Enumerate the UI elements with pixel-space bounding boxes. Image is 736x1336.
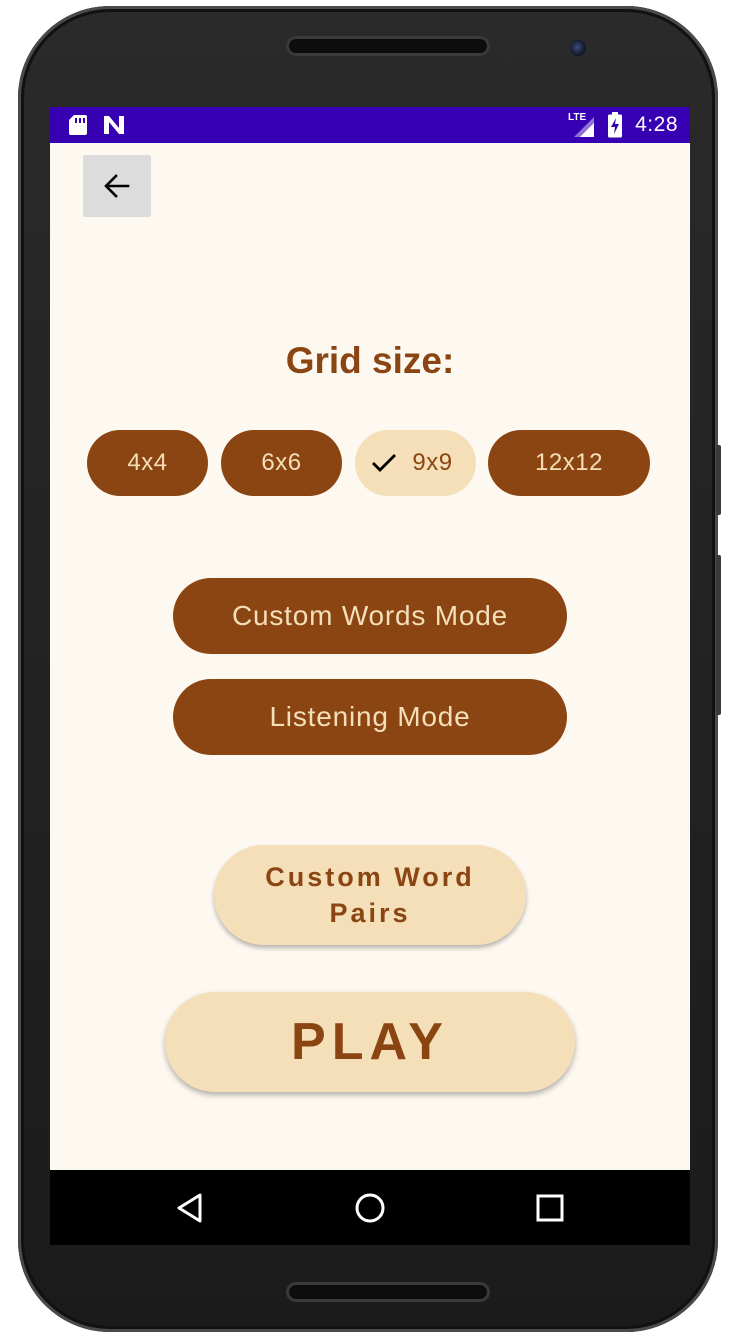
status-time: 4:28 (635, 113, 678, 136)
play-label: PLAY (291, 1013, 449, 1071)
front-camera (570, 40, 586, 56)
power-button (716, 445, 721, 515)
custom-words-mode-button[interactable]: Custom Words Mode (173, 578, 567, 654)
checkmark-icon (370, 451, 398, 475)
home-circle-icon[interactable] (352, 1190, 388, 1226)
system-nav-bar (50, 1170, 690, 1245)
volume-button (716, 555, 721, 715)
n-notification-icon (104, 116, 124, 134)
back-triangle-icon[interactable] (172, 1190, 208, 1226)
chip-label: 9x9 (412, 449, 453, 476)
lte-signal-icon (574, 117, 594, 137)
app-screen: LTE 4:28 Grid size: 4x4 6x6 9x9 12x12 Cu… (50, 107, 690, 1245)
grid-size-title: Grid size: (285, 340, 455, 381)
back-button[interactable] (83, 155, 151, 217)
grid-size-chip-9x9[interactable]: 9x9 (355, 430, 476, 496)
chip-label: 6x6 (261, 449, 302, 476)
bottom-speaker (286, 1282, 490, 1302)
earpiece-speaker (286, 36, 490, 56)
status-bar: LTE 4:28 (50, 107, 690, 143)
chip-label: 12x12 (535, 449, 603, 476)
recents-square-icon[interactable] (532, 1190, 568, 1226)
chip-label: 4x4 (127, 449, 168, 476)
grid-size-chip-6x6[interactable]: 6x6 (221, 430, 342, 496)
sd-card-icon (69, 115, 87, 135)
custom-word-pairs-button[interactable]: Custom Word Pairs (214, 845, 526, 945)
battery-charging-icon (608, 112, 622, 138)
play-button[interactable]: PLAY (165, 992, 575, 1092)
arrow-left-icon (104, 174, 130, 198)
listening-mode-button[interactable]: Listening Mode (173, 679, 567, 755)
grid-size-chip-12x12[interactable]: 12x12 (488, 430, 650, 496)
custom-word-pairs-label: Custom Word Pairs (265, 862, 475, 928)
grid-size-chip-4x4[interactable]: 4x4 (87, 430, 208, 496)
listening-mode-label: Listening Mode (269, 701, 471, 732)
custom-words-mode-label: Custom Words Mode (231, 600, 509, 631)
